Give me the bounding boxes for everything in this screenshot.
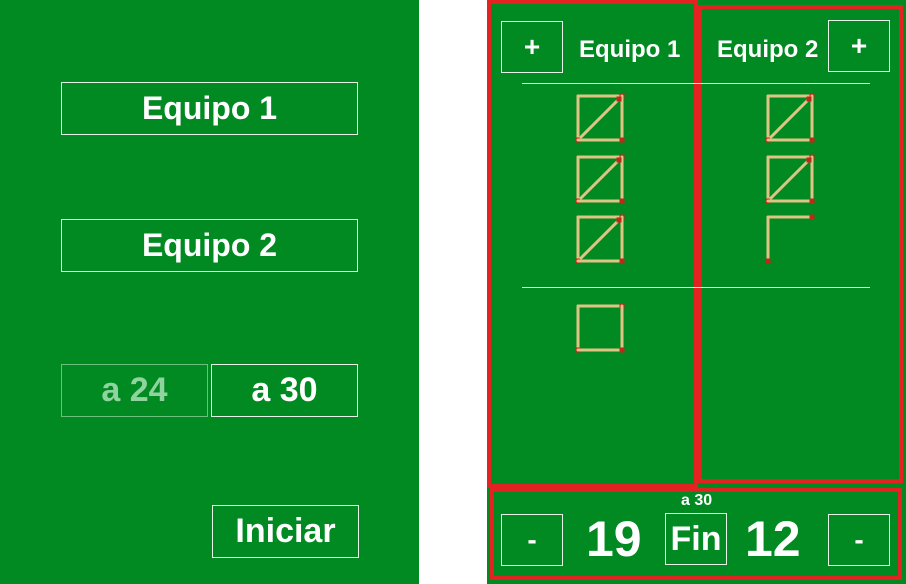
matchstick-head [809, 198, 815, 204]
team1-subtract-button[interactable]: - [501, 514, 563, 566]
matchstick-head [619, 198, 625, 204]
scoreboard-panel: + Equipo 1 Equipo 2 + a 30 - 19 Fin 12 - [487, 0, 906, 584]
matchstick-head [616, 217, 622, 223]
team1-tally-group [575, 154, 625, 204]
team2-tally-group [765, 154, 815, 204]
team2-name-button[interactable]: Equipo 2 [61, 219, 358, 272]
header-divider [522, 83, 870, 84]
start-button[interactable]: Iniciar [212, 505, 359, 558]
matchstick [579, 218, 621, 260]
team1-add-button[interactable]: + [501, 21, 563, 73]
setup-panel: Equipo 1 Equipo 2 a 24 a 30 Iniciar [0, 0, 419, 584]
team1-tally-group [575, 214, 625, 264]
team2-title: Equipo 2 [717, 36, 819, 63]
matchstick-head [765, 258, 771, 264]
team1-score: 19 [586, 511, 642, 567]
target-30-option[interactable]: a 30 [211, 364, 358, 417]
team1-title: Equipo 1 [579, 36, 681, 63]
matchstick [769, 158, 811, 200]
team2-add-button[interactable]: + [828, 20, 890, 72]
matchstick [579, 158, 621, 200]
team2-score: 12 [745, 511, 801, 567]
matchstick-head [619, 258, 625, 264]
team1-name-button[interactable]: Equipo 1 [61, 82, 358, 135]
target-24-option[interactable]: a 24 [61, 364, 208, 417]
matchstick-head [619, 347, 625, 353]
matchstick-head [616, 96, 622, 102]
matchstick-head [806, 157, 812, 163]
team2-subtract-button[interactable]: - [828, 514, 890, 566]
target-label: a 30 [681, 492, 713, 509]
matchstick-head [809, 137, 815, 143]
matchstick-head [806, 96, 812, 102]
team1-tally-group [575, 93, 625, 143]
team2-tally-group [765, 214, 815, 264]
matchstick-head [619, 137, 625, 143]
matchstick-head [616, 157, 622, 163]
matchstick [579, 97, 621, 139]
end-button[interactable]: Fin [665, 513, 727, 565]
team2-tally-group [765, 93, 815, 143]
matchstick-head [809, 214, 815, 220]
section-divider [522, 287, 870, 288]
team1-tally-group [575, 303, 625, 353]
matchstick [769, 97, 811, 139]
